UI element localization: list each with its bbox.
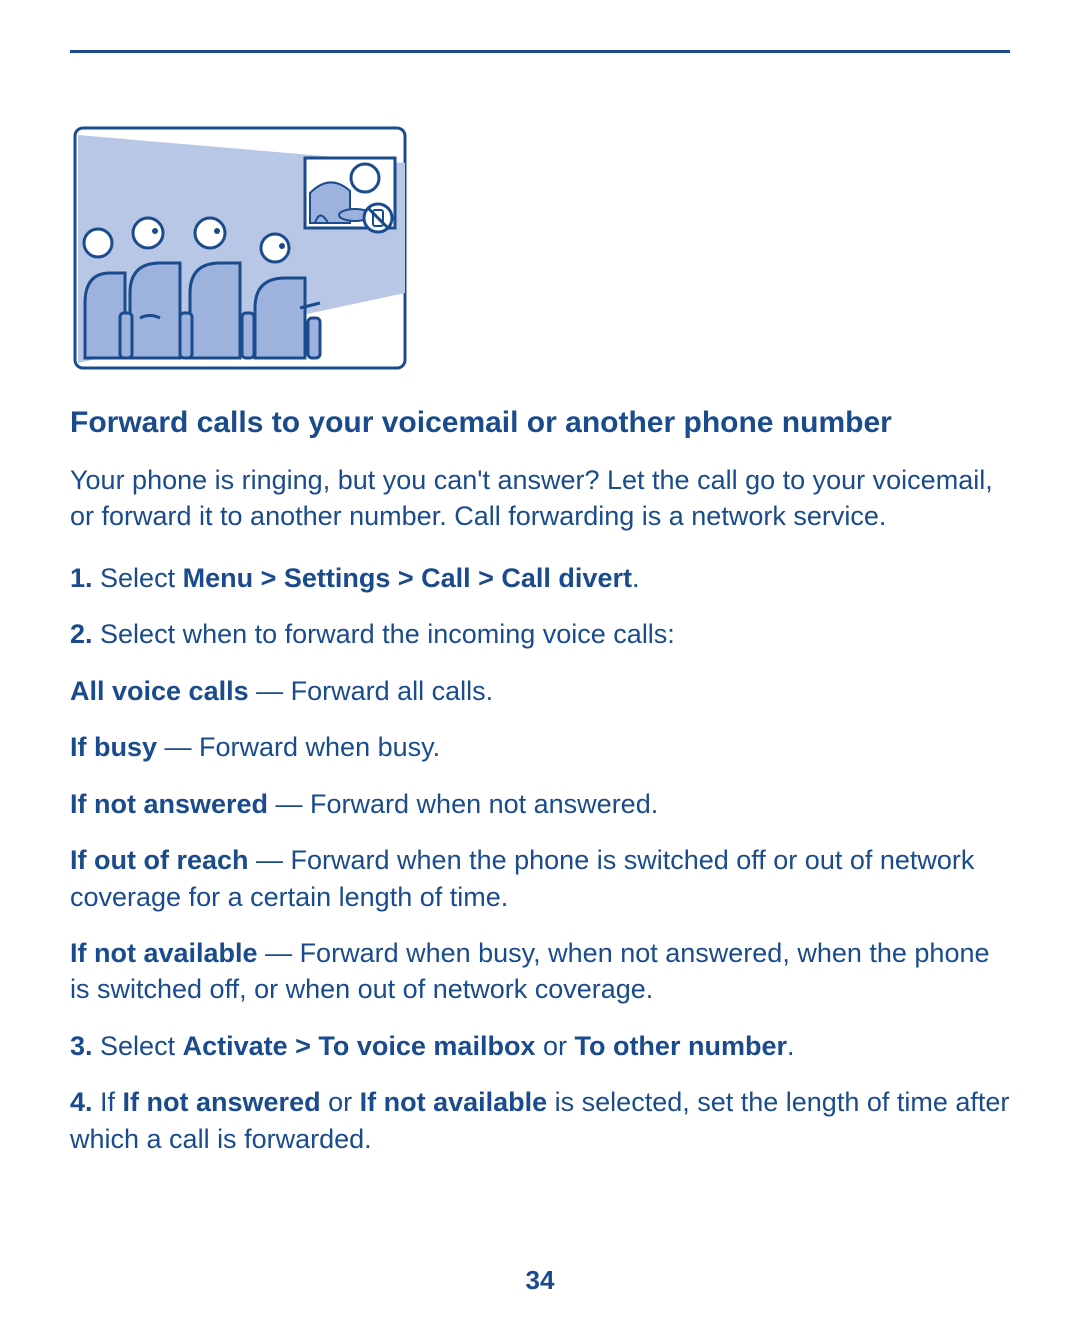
menu-path: Activate > To voice mailbox (183, 1031, 536, 1061)
step-number: 1. (70, 563, 93, 593)
page-number: 34 (0, 1265, 1080, 1296)
step-text: Select when to forward the incoming voic… (93, 619, 675, 649)
option-label: If not available (70, 938, 258, 968)
step-text: . (632, 563, 640, 593)
top-rule (70, 50, 1010, 53)
step-text: or (535, 1031, 574, 1061)
step-4: 4. If If not answered or If not availabl… (70, 1084, 1010, 1157)
step-text: Select (93, 563, 183, 593)
step-text: Select (93, 1031, 183, 1061)
inline-bold: If not answered (123, 1087, 321, 1117)
intro-text: Your phone is ringing, but you can't ans… (70, 462, 1010, 535)
option-desc: — Forward all calls. (249, 676, 494, 706)
step-3: 3. Select Activate > To voice mailbox or… (70, 1028, 1010, 1064)
option-label: If not answered (70, 789, 268, 819)
option-desc: — Forward when not answered. (268, 789, 658, 819)
option-if-not-available: If not available — Forward when busy, wh… (70, 935, 1010, 1008)
menu-path: To other number (574, 1031, 787, 1061)
step-number: 3. (70, 1031, 93, 1061)
step-text: If (93, 1087, 123, 1117)
step-1: 1. Select Menu > Settings > Call > Call … (70, 560, 1010, 596)
option-label: All voice calls (70, 676, 249, 706)
option-desc: — Forward when busy. (157, 732, 440, 762)
inline-bold: If not available (360, 1087, 548, 1117)
step-number: 2. (70, 619, 93, 649)
section-title: Forward calls to your voicemail or anoth… (70, 403, 1010, 442)
option-label: If out of reach (70, 845, 249, 875)
option-label: If busy (70, 732, 157, 762)
step-text: or (321, 1087, 360, 1117)
option-if-not-answered: If not answered — Forward when not answe… (70, 786, 1010, 822)
option-if-busy: If busy — Forward when busy. (70, 729, 1010, 765)
step-2: 2. Select when to forward the incoming v… (70, 616, 1010, 652)
step-text: . (787, 1031, 795, 1061)
cinema-illustration (70, 123, 410, 373)
option-if-out-of-reach: If out of reach — Forward when the phone… (70, 842, 1010, 915)
option-all-voice-calls: All voice calls — Forward all calls. (70, 673, 1010, 709)
manual-page: Forward calls to your voicemail or anoth… (0, 0, 1080, 1336)
menu-path: Menu > Settings > Call > Call divert (183, 563, 632, 593)
step-number: 4. (70, 1087, 93, 1117)
